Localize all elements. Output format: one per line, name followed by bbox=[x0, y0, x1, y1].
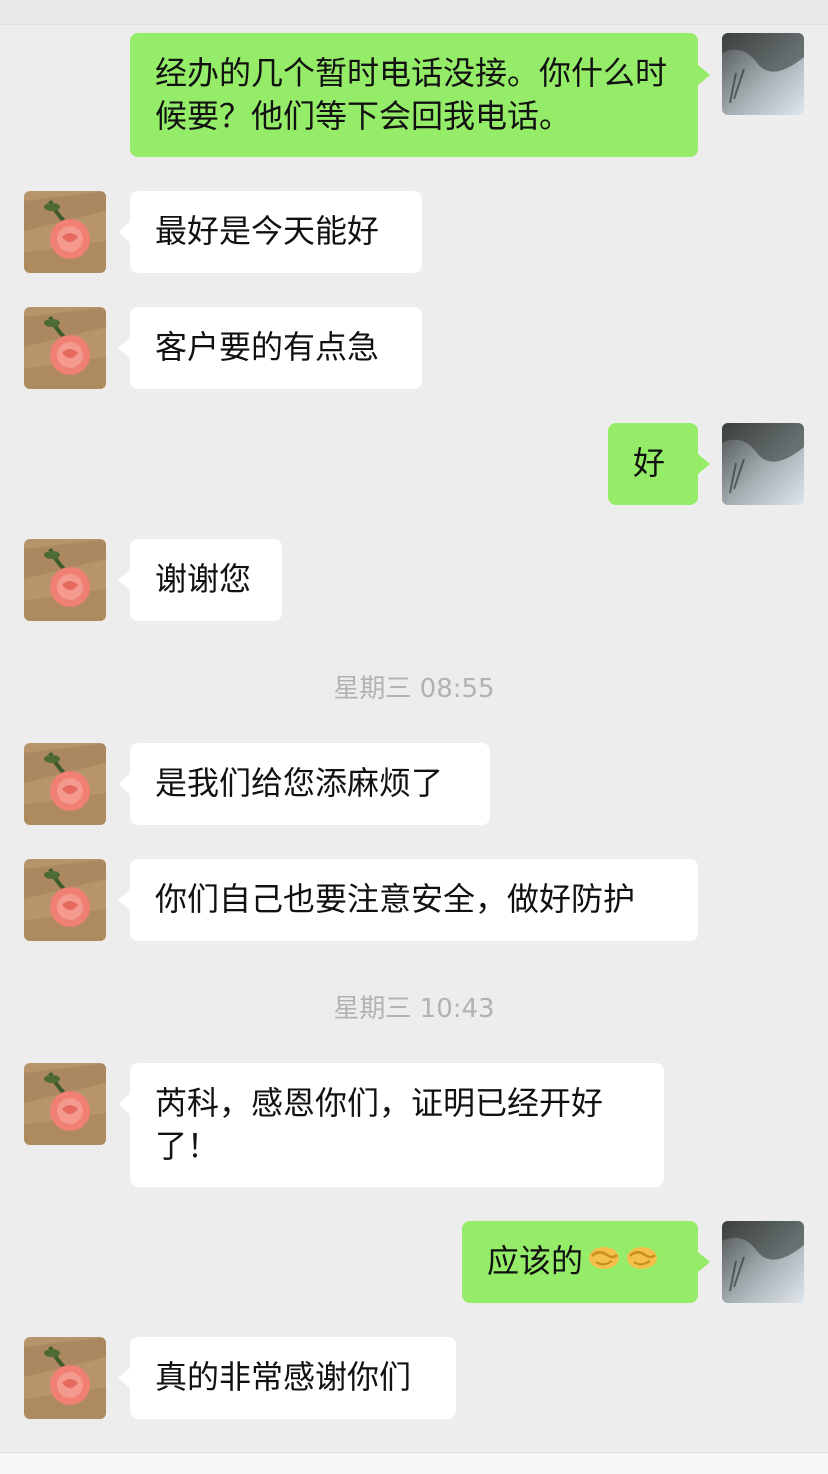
self-avatar[interactable] bbox=[722, 423, 804, 505]
rose-icon bbox=[24, 539, 106, 621]
message-text: 真的非常感谢你们 bbox=[155, 1358, 412, 1396]
contact-avatar[interactable] bbox=[24, 1337, 106, 1419]
rose-icon bbox=[24, 191, 106, 273]
ink-landscape-icon bbox=[722, 1221, 804, 1303]
ink-landscape-icon bbox=[722, 423, 804, 505]
contact-avatar[interactable] bbox=[24, 307, 106, 389]
bubble-tail bbox=[118, 1368, 130, 1388]
contact-avatar[interactable] bbox=[24, 1063, 106, 1145]
contact-avatar[interactable] bbox=[24, 191, 106, 273]
message-text: 谢谢您 bbox=[155, 560, 252, 598]
input-bar-edge bbox=[0, 1452, 828, 1474]
self-avatar[interactable] bbox=[722, 1221, 804, 1303]
received-bubble[interactable]: 真的非常感谢你们 bbox=[130, 1337, 456, 1419]
bubble-tail bbox=[118, 570, 130, 590]
sent-bubble[interactable]: 好 bbox=[608, 423, 698, 505]
message-text: 是我们给您添麻烦了 bbox=[155, 764, 444, 802]
message-text: 经办的几个暂时电话没接。你什么时候要？他们等下会回我电话。 bbox=[155, 54, 668, 135]
contact-avatar[interactable] bbox=[24, 859, 106, 941]
sent-bubble[interactable]: 应该的 bbox=[462, 1221, 698, 1303]
message-text: 好 bbox=[633, 444, 666, 482]
bubble-tail bbox=[698, 454, 710, 474]
rose-icon bbox=[24, 859, 106, 941]
contact-avatar[interactable] bbox=[24, 743, 106, 825]
message-text: 你们自己也要注意安全，做好防护 bbox=[155, 880, 636, 918]
message-text: 最好是今天能好 bbox=[155, 212, 380, 250]
bubble-tail bbox=[698, 1252, 710, 1272]
top-status-strip bbox=[0, 0, 828, 25]
message-text: 芮科，感恩你们，证明已经开好了！ bbox=[155, 1084, 604, 1165]
bubble-tail bbox=[118, 890, 130, 910]
message-text: 应该的 bbox=[487, 1242, 584, 1280]
timestamp: 星期三 10:43 bbox=[333, 994, 495, 1024]
bubble-tail bbox=[118, 774, 130, 794]
rose-icon bbox=[24, 307, 106, 389]
ink-landscape-icon bbox=[722, 33, 804, 115]
received-bubble[interactable]: 芮科，感恩你们，证明已经开好了！ bbox=[130, 1063, 664, 1187]
bubble-tail bbox=[698, 65, 710, 85]
bubble-tail bbox=[118, 338, 130, 358]
received-bubble[interactable]: 你们自己也要注意安全，做好防护 bbox=[130, 859, 698, 941]
contact-avatar[interactable] bbox=[24, 539, 106, 621]
received-bubble[interactable]: 客户要的有点急 bbox=[130, 307, 422, 389]
rose-icon bbox=[24, 1337, 106, 1419]
bubble-tail bbox=[118, 1094, 130, 1114]
timestamp: 星期三 08:55 bbox=[333, 674, 495, 704]
received-bubble[interactable]: 最好是今天能好 bbox=[130, 191, 422, 273]
sent-bubble[interactable]: 经办的几个暂时电话没接。你什么时候要？他们等下会回我电话。 bbox=[130, 33, 698, 157]
rose-icon bbox=[24, 1063, 106, 1145]
self-avatar[interactable] bbox=[722, 33, 804, 115]
received-bubble[interactable]: 谢谢您 bbox=[130, 539, 282, 621]
handshake-icon bbox=[587, 1241, 661, 1286]
rose-icon bbox=[24, 743, 106, 825]
bubble-tail bbox=[118, 222, 130, 242]
message-text: 客户要的有点急 bbox=[155, 328, 380, 366]
received-bubble[interactable]: 是我们给您添麻烦了 bbox=[130, 743, 490, 825]
